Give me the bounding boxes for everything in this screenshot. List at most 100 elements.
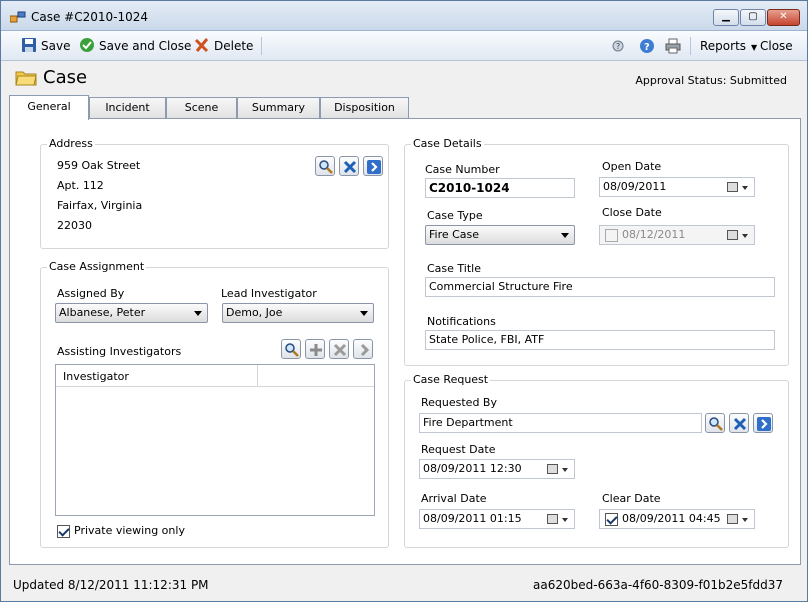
investigator-open-button[interactable] [353,339,373,359]
close-date-value: 08/12/2011 [622,228,686,241]
tab-summary[interactable]: Summary [237,97,320,119]
investigator-search-button[interactable] [281,339,301,359]
reports-label: Reports [700,39,747,53]
lead-investigator-value: Demo, Joe [226,306,283,319]
address-group: Address 959 Oak Street Apt. 112 Fairfax,… [40,137,389,249]
help-icon[interactable]: ? [639,38,655,54]
case-type-select[interactable]: Fire Case [425,225,575,245]
dropdown-arrow-icon: ▼ [751,43,758,52]
requested-by-field[interactable]: Fire Department [419,413,702,433]
chevron-down-icon [742,186,748,190]
private-viewing-checkbox[interactable] [57,525,70,538]
address-line: Fairfax, Virginia [57,199,143,212]
clear-date-checkbox[interactable] [605,513,618,526]
lead-investigator-label: Lead Investigator [221,287,317,300]
close-date-checkbox[interactable] [605,229,618,242]
svg-text:?: ? [644,42,650,53]
case-header: Case Approval Status: Submitted [1,63,807,95]
clear-date-picker[interactable]: 08/09/2011 04:45 [599,509,755,529]
assisting-investigators-label: Assisting Investigators [57,345,182,358]
requested-by-open-button[interactable] [753,413,773,433]
clear-icon [733,417,747,431]
save-button[interactable]: Save [21,37,70,55]
close-icon: ✕ [779,11,788,22]
close-button[interactable]: Close [760,37,793,55]
investigator-add-button[interactable] [305,339,325,359]
clear-date-value: 08/09/2011 04:45 [622,512,721,525]
case-number-field[interactable]: C2010-1024 [425,178,575,198]
save-label: Save [41,39,71,53]
tab-incident[interactable]: Incident [89,97,166,119]
address-clear-button[interactable] [339,156,359,176]
minimize-button[interactable]: ▁ [713,9,739,26]
page-title: Case [43,67,88,88]
case-title-field[interactable]: Commercial Structure Fire [425,277,775,297]
updated-timestamp: Updated 8/12/2011 11:12:31 PM [13,578,209,592]
calendar-icon [727,514,738,524]
address-search-button[interactable] [315,156,335,176]
requested-by-search-button[interactable] [705,413,725,433]
remove-icon [333,343,347,357]
close-window-button[interactable]: ✕ [767,9,800,26]
arrow-right-icon [360,343,370,357]
lead-investigator-select[interactable]: Demo, Joe [222,303,374,323]
clear-date-label: Clear Date [602,492,661,505]
plus-icon [310,344,322,356]
arrival-date-value: 08/09/2011 01:15 [423,512,522,525]
case-title-label: Case Title [427,262,481,275]
chevron-down-icon [742,518,748,522]
chevron-down-icon [194,311,202,316]
open-date-value: 08/09/2011 [603,180,667,193]
delete-button[interactable]: Delete [194,37,253,55]
tab-disposition[interactable]: Disposition [320,97,409,119]
svg-text:?: ? [616,42,620,51]
search-icon [319,160,333,174]
case-type-value: Fire Case [429,228,480,241]
requested-by-label: Requested By [421,396,497,409]
maximize-button[interactable]: ▢ [740,9,766,26]
address-open-button[interactable] [363,156,383,176]
tab-scene[interactable]: Scene [166,97,237,119]
open-date-picker[interactable]: 08/09/2011 [599,177,755,197]
calendar-icon [547,514,558,524]
grid-header-filler [258,365,374,387]
case-assignment-group: Case Assignment Assigned By Albanese, Pe… [40,260,389,548]
tab-general[interactable]: General [9,95,89,120]
notifications-label: Notifications [427,315,496,328]
investigators-grid[interactable]: Investigator [55,364,375,516]
calendar-icon [547,464,558,474]
clear-icon [343,160,357,174]
requested-by-clear-button[interactable] [729,413,749,433]
maximize-icon: ▢ [748,11,758,22]
request-date-label: Request Date [421,443,496,456]
general-tab-panel: Address 959 Oak Street Apt. 112 Fairfax,… [9,118,801,565]
open-date-label: Open Date [602,160,662,173]
arrival-date-label: Arrival Date [421,492,487,505]
address-line: 22030 [57,219,92,232]
window-title: Case #C2010-1024 [31,10,149,24]
print-icon[interactable] [665,38,681,54]
title-bar: Case #C2010-1024 ▁ ▢ ✕ [1,1,807,31]
minimize-icon: ▁ [722,11,730,22]
case-details-title: Case Details [411,137,484,150]
grid-column-header[interactable]: Investigator [56,365,258,387]
app-icon [10,11,26,23]
case-title-value: Commercial Structure Fire [429,280,573,293]
arrival-date-picker[interactable]: 08/09/2011 01:15 [419,509,575,529]
requested-by-value: Fire Department [423,416,513,429]
request-date-picker[interactable]: 08/09/2011 12:30 [419,459,575,479]
status-bar: Updated 8/12/2011 11:12:31 PM aa620bed-6… [1,571,807,601]
close-date-picker[interactable]: 08/12/2011 [599,225,755,245]
address-group-title: Address [47,137,95,150]
reports-menu[interactable]: Reports ▼ [700,37,757,55]
save-icon [22,38,36,52]
private-viewing-label: Private viewing only [74,524,185,537]
delete-icon [194,38,209,53]
save-and-close-button[interactable]: Save and Close [79,37,191,55]
help-topic-icon[interactable]: ? [611,38,627,54]
assigned-by-select[interactable]: Albanese, Peter [55,303,208,323]
case-request-title: Case Request [411,373,491,386]
chevron-down-icon [561,233,569,238]
notifications-field[interactable]: State Police, FBI, ATF [425,330,775,350]
investigator-remove-button[interactable] [329,339,349,359]
